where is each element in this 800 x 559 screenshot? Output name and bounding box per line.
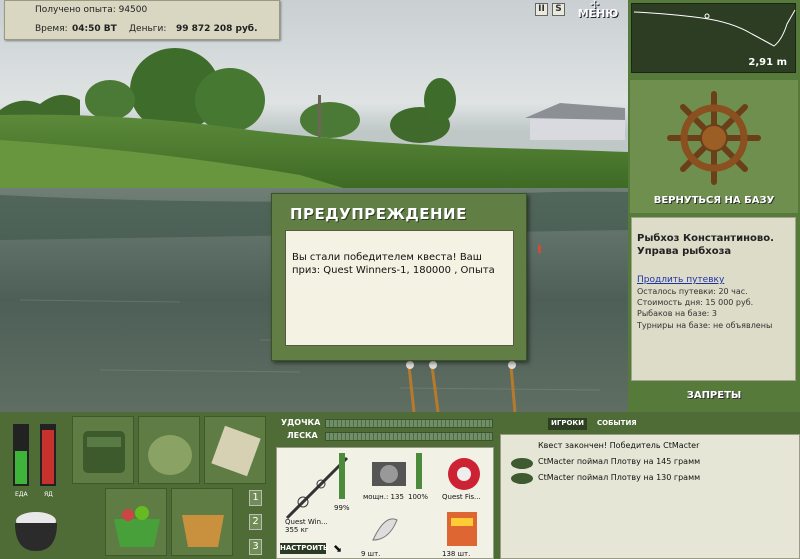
rod-percent: 99% (334, 504, 350, 512)
base-title: Рыбхоз Константиново. Управа рыбхоза (637, 233, 774, 257)
inventory-slot-bag[interactable] (72, 416, 134, 484)
food-meter (13, 424, 29, 486)
inventory-slot-basket[interactable] (105, 488, 167, 556)
line-tension-bar (325, 432, 493, 441)
depth-profile: 2,91 m (631, 3, 796, 73)
page-button-2[interactable]: 2 (249, 514, 262, 530)
tab-events[interactable]: СОБЫТИЯ (594, 418, 640, 430)
rod-tension-bar (325, 419, 493, 428)
rod-weight: 355 кг (285, 526, 309, 534)
tackle-panel[interactable]: Quest Win... 355 кг 99% мощн.: 135 100% … (276, 447, 494, 559)
menu-button[interactable]: ✢ МЕНЮ (576, 0, 620, 22)
experience-text: Получено опыта: 94500 (35, 5, 148, 15)
food-meter-fill (15, 451, 27, 484)
player-info-panel: Получено опыта: 94500 Время: 04:50 ВТ Де… (4, 0, 280, 40)
reel-power: мощн.: 135 (363, 493, 404, 501)
return-to-base-button[interactable]: ВЕРНУТЬСЯ НА БАЗУ (630, 195, 798, 213)
permit-remaining: Осталось путевки: 20 час. (637, 287, 748, 296)
event-item: Квест закончен! Победитель CtMacter (538, 441, 700, 450)
tab-players[interactable]: ИГРОКИ (548, 418, 587, 430)
events-panel: Квест закончен! Победитель CtMacter CtMa… (500, 434, 800, 559)
cauldron-icon[interactable] (11, 503, 61, 553)
pause-button[interactable]: II (535, 3, 548, 16)
time-value: 04:50 ВТ (72, 24, 117, 34)
poison-meter-fill (42, 430, 54, 484)
bait-icon (447, 512, 477, 546)
tournaments-status: Турниры на базе: не объявлены (637, 321, 773, 330)
inventory-slot-sack[interactable] (138, 416, 200, 484)
event-item: CtMacter поймал Плотву на 130 грамм (538, 473, 701, 482)
base-info-panel: Рыбхоз Константиново. Управа рыбхоза Про… (631, 217, 796, 381)
inventory-slot-bucket[interactable] (171, 488, 233, 556)
bans-button[interactable]: ЗАПРЕТЫ (630, 383, 798, 409)
dialog-title: ПРЕДУПРЕЖДЕНИЕ (290, 205, 467, 223)
extend-permit-link[interactable]: Продлить путевку (637, 275, 724, 285)
rod-condition-bar (339, 453, 345, 499)
money-label: Деньги: (129, 24, 167, 34)
sound-button[interactable]: S (552, 3, 565, 16)
hook-icon (372, 518, 398, 541)
line-name: Quest Fis... (442, 493, 481, 501)
page-button-1[interactable]: 1 (249, 490, 262, 506)
fish-icon (511, 458, 533, 469)
poison-label: ЯД (44, 491, 53, 498)
hooks-count: 9 шт. (361, 550, 381, 558)
day-cost: Стоимость дня: 15 000 руб. (637, 298, 754, 307)
gear-icon: ✢ (590, 0, 600, 11)
reel-condition-bar (416, 453, 422, 489)
setup-button[interactable]: НАСТРОИТЬ (280, 543, 328, 554)
warning-dialog[interactable]: ПРЕДУПРЕЖДЕНИЕ Вы стали победителем квес… (271, 193, 527, 361)
reel-percent: 100% (408, 493, 429, 501)
line-spool-icon (448, 458, 480, 490)
fish-icon (511, 473, 533, 484)
money-value: 99 872 208 руб. (176, 24, 258, 34)
rod-label: УДОЧКА (281, 418, 321, 427)
depth-value: 2,91 m (748, 57, 787, 68)
ship-wheel-icon (667, 91, 761, 185)
dialog-message: Вы стали победителем квеста! Ваш приз: Q… (285, 230, 514, 346)
ship-wheel-area[interactable] (630, 80, 798, 213)
bait-count: 138 шт. (442, 550, 471, 558)
poison-meter (40, 424, 56, 486)
food-label: ЕДА (15, 491, 28, 498)
inventory-slot-items[interactable] (204, 416, 266, 484)
arrow-icon: ⬊ (333, 542, 343, 555)
page-button-3[interactable]: 3 (249, 539, 262, 555)
rod-name: Quest Win... (285, 518, 328, 526)
line-label: ЛЕСКА (287, 431, 318, 440)
event-item: CtMacter поймал Плотву на 145 грамм (538, 457, 701, 466)
anglers-count: Рыбаков на базе: 3 (637, 309, 717, 318)
reel-icon (372, 462, 406, 486)
time-label: Время: (35, 24, 68, 34)
